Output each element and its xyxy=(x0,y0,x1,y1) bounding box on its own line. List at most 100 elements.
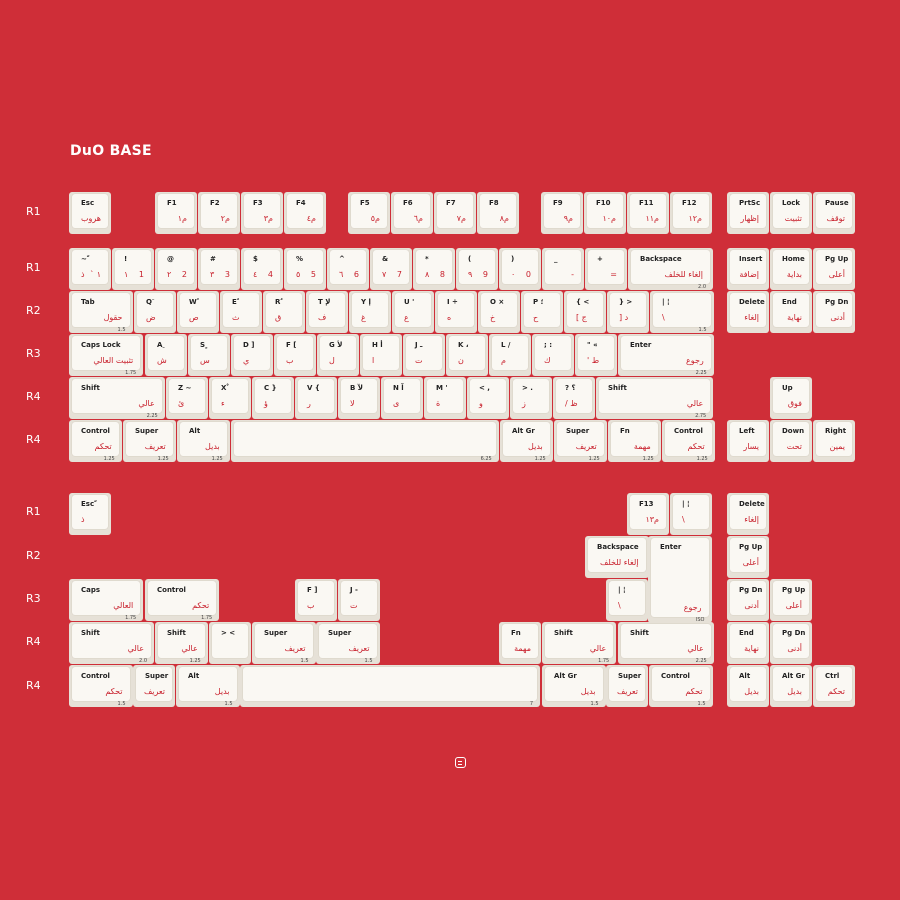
keycap[interactable]: O × خ xyxy=(478,291,520,333)
keycap[interactable]: PrtSc إظهار xyxy=(727,192,769,234)
keycap[interactable]: Alt بديل 1.5 xyxy=(176,665,240,707)
keycap[interactable]: ? ؟ / ظ xyxy=(553,377,595,419)
keycap[interactable]: Lock تثبيت xyxy=(770,192,812,234)
keycap[interactable]: * ٨ 8 xyxy=(413,248,455,290)
keycap[interactable]: + = xyxy=(585,248,627,290)
keycap[interactable]: Down تحت xyxy=(770,420,812,462)
keycap[interactable]: R ٌ ق xyxy=(263,291,305,333)
keycap[interactable]: < , و xyxy=(467,377,509,419)
keycap[interactable]: I ÷ ه xyxy=(435,291,477,333)
keycap[interactable]: P ؛ ح xyxy=(521,291,563,333)
keycap[interactable]: Alt Gr بديل xyxy=(770,665,812,707)
keycap[interactable]: Super تعريف 1.5 xyxy=(316,622,380,664)
keycap[interactable]: Ctrl تحكم xyxy=(813,665,855,707)
keycap[interactable]: | ¦ \ 1.5 xyxy=(650,291,714,333)
keycap[interactable]: Pg Dn أدنى xyxy=(727,579,769,621)
keycap[interactable]: F [ب xyxy=(274,334,316,376)
keycap[interactable]: Control تحكم 1.5 xyxy=(649,665,713,707)
keycap[interactable]: #٣ 3 xyxy=(198,248,240,290)
keycap[interactable]: Backspace إلغاء للخلف 2.0 xyxy=(628,248,713,290)
keycap[interactable]: F10 م١٠ xyxy=(584,192,626,234)
keycap[interactable]: _ - xyxy=(542,248,584,290)
keycap[interactable]: F3 م٣ xyxy=(241,192,283,234)
keycap[interactable]: Shift عالي 2.0 xyxy=(69,622,154,664)
keycap[interactable]: Pg Dn أدنى xyxy=(813,291,855,333)
keycap[interactable]: Shift عالي 1.75 xyxy=(542,622,617,664)
keycap[interactable]: X ْ ء xyxy=(209,377,251,419)
keycap[interactable]: T لإ ف xyxy=(306,291,348,333)
keycap[interactable]: U ' ع xyxy=(392,291,434,333)
keycap[interactable]: F5 م٥ xyxy=(348,192,390,234)
keycap[interactable]: Shift عالي 1.25 xyxy=(155,622,208,664)
keycap[interactable]: S ٍ س xyxy=(188,334,230,376)
keycap[interactable]: Alt Gr بديل 1.5 xyxy=(542,665,606,707)
keycap[interactable]: Home بداية xyxy=(770,248,812,290)
keycap[interactable]: Fn مهمة 1.25 xyxy=(608,420,661,462)
keycap[interactable]: Fn مهمة xyxy=(499,622,541,664)
keycap[interactable]: Z ~ ئ xyxy=(166,377,208,419)
keycap[interactable]: F9 م٩ xyxy=(541,192,583,234)
keycap[interactable]: Super تعريف xyxy=(606,665,648,707)
keycap[interactable]: Control تحكم 1.5 xyxy=(69,665,133,707)
keycap[interactable]: @٢ 2 xyxy=(155,248,197,290)
keycap[interactable]: J ـ ت xyxy=(403,334,445,376)
keycap[interactable]: Tab حقول 1.5 xyxy=(69,291,133,333)
keycap[interactable]: Y إ غ xyxy=(349,291,391,333)
keycap[interactable]: Insert إضافة xyxy=(727,248,769,290)
keycap[interactable]: ~ ّ ذ ` ١ xyxy=(69,248,111,290)
keycap[interactable]: Super تعريف 1.25 xyxy=(123,420,176,462)
keycap[interactable]: 6.25 xyxy=(231,420,499,462)
keycap[interactable]: Left يسار xyxy=(727,420,769,462)
keycap[interactable]: > . ز xyxy=(510,377,552,419)
keycap[interactable]: Super تعريف 1.25 xyxy=(554,420,607,462)
keycap[interactable]: Alt Gr بديل 1.25 xyxy=(500,420,553,462)
keycap[interactable]: > < xyxy=(209,622,251,664)
keycap[interactable]: N آ ى xyxy=(381,377,423,419)
keycap[interactable]: Super تعريف 1.5 xyxy=(252,622,316,664)
keycap[interactable]: G لأ ل xyxy=(317,334,359,376)
keycap[interactable]: (٩ 9 xyxy=(456,248,498,290)
keycap[interactable]: ; : ك xyxy=(532,334,574,376)
keycap[interactable]: F1 م١ xyxy=(155,192,197,234)
keycap[interactable]: B لآ لا xyxy=(338,377,380,419)
keycap[interactable]: F13 م١٣ xyxy=(627,493,669,535)
keycap[interactable]: Delete إلغاء xyxy=(727,493,769,535)
keycap[interactable]: W ً ص xyxy=(177,291,219,333)
keycap[interactable]: C } ؤ xyxy=(252,377,294,419)
keycap[interactable]: Shift عالي 2.25 xyxy=(618,622,714,664)
keycap[interactable]: Control تحكم 1.25 xyxy=(69,420,122,462)
keycap[interactable]: Delete إلغاء xyxy=(727,291,769,333)
keycap[interactable]: End نهاية xyxy=(770,291,812,333)
keycap[interactable]: F ] ب xyxy=(295,579,337,621)
keycap[interactable]: V {ر xyxy=(295,377,337,419)
keycap[interactable]: A ِ ش xyxy=(145,334,187,376)
keycap[interactable]: F4 م٤ xyxy=(284,192,326,234)
keycap[interactable]: Pg Up أعلى xyxy=(813,248,855,290)
keycap[interactable]: ! ١ 1 xyxy=(112,248,154,290)
keycap[interactable]: 7 xyxy=(240,665,540,707)
keycap[interactable]: } >] د xyxy=(607,291,649,333)
keycap[interactable]: E ُ ث xyxy=(220,291,262,333)
keycap[interactable]: Caps Lock تثبيت العالي 1.75 xyxy=(69,334,144,376)
keycap[interactable]: Pg Up أعلى xyxy=(727,536,769,578)
keycap[interactable]: H أ ا xyxy=(360,334,402,376)
keycap[interactable]: $٤ 4 xyxy=(241,248,283,290)
keycap[interactable]: J - ت xyxy=(338,579,380,621)
keycap[interactable]: K ، ن xyxy=(446,334,488,376)
keycap[interactable]: Esc هروب xyxy=(69,192,111,234)
keycap[interactable]: Right يمين xyxy=(813,420,855,462)
keycap[interactable]: Shift عالي 2.25 xyxy=(69,377,165,419)
keycap[interactable]: Alt بديل 1.25 xyxy=(177,420,230,462)
keycap[interactable]: | ¦ \ xyxy=(606,579,648,621)
keycap[interactable]: Up فوق xyxy=(770,377,812,419)
keycap[interactable]: Enter رجوع ISO xyxy=(648,536,712,624)
keycap[interactable]: M ' ة xyxy=(424,377,466,419)
keycap[interactable]: F11 م١١ xyxy=(627,192,669,234)
keycap[interactable]: Control تحكم 1.25 xyxy=(662,420,715,462)
keycap[interactable]: { < [ ج xyxy=(564,291,606,333)
keycap[interactable]: Alt بديل xyxy=(727,665,769,707)
keycap[interactable]: Pause توقف xyxy=(813,192,855,234)
keycap[interactable]: Pg Up أعلى xyxy=(770,579,812,621)
keycap[interactable]: F12 م١٢ xyxy=(670,192,712,234)
keycap[interactable]: ) ٠ 0 xyxy=(499,248,541,290)
